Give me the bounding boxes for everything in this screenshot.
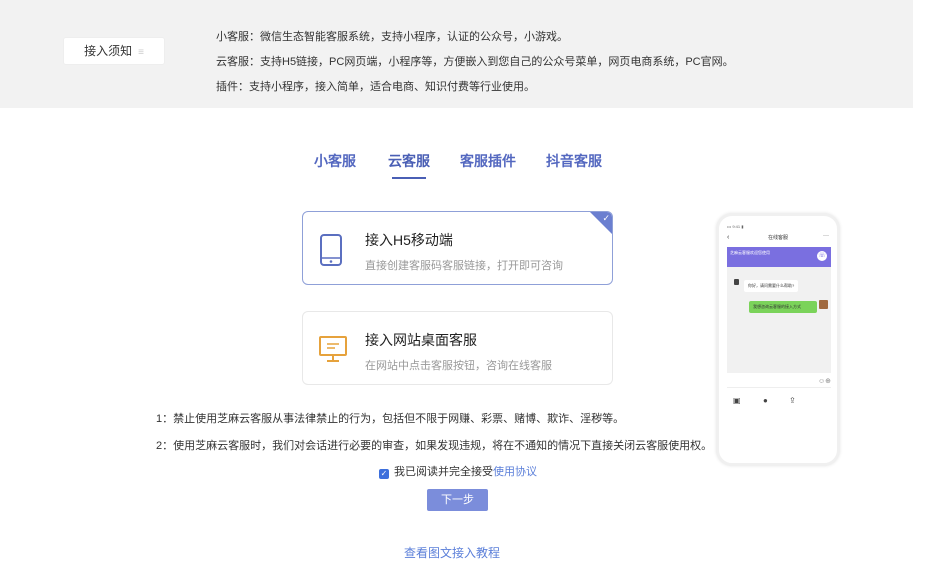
- phone-header-title: 在线客服: [767, 235, 788, 241]
- card-h5-title: 接入H5移动端: [365, 232, 453, 248]
- notice-panel: 接入须知 ≡ 小客服：微信生态智能客服系统，支持小程序，认证的公众号，小游戏。 云…: [0, 0, 913, 108]
- mobile-icon: [318, 234, 344, 271]
- tab-cloud-service[interactable]: 云客服: [388, 151, 430, 171]
- phone-input-bar: ☺⊕: [727, 375, 831, 388]
- card-h5-desc: 直接创建客服码客服链接，打开即可咨询: [365, 260, 563, 272]
- user-avatar: [819, 300, 828, 309]
- tab-douyin-service[interactable]: 抖音客服: [546, 151, 602, 171]
- notice-line-mini: 小客服：微信生态智能客服系统，支持小程序，认证的公众号，小游戏。: [216, 31, 568, 43]
- location-icon: ●: [763, 396, 768, 405]
- emoji-plus-icon: ☺⊕: [817, 378, 831, 385]
- image-icon: ▣: [733, 396, 741, 405]
- agreement-row[interactable]: ✓ 我已阅读并完全接受使用协议: [379, 463, 537, 479]
- agreement-checkbox[interactable]: ✓: [379, 469, 389, 479]
- rule-2: 2：使用芝麻云客服时，我们对会话进行必要的审查，如果发现违规，将在不通知的情况下…: [156, 440, 713, 452]
- phone-banner: 芝麻云客服欢迎您使用 ☏: [727, 247, 831, 267]
- phone-banner-text: 芝麻云客服欢迎您使用: [730, 250, 770, 255]
- card-desktop-service[interactable]: 接入网站桌面客服 在网站中点击客服按钮，咨询在线客服: [302, 311, 613, 385]
- agreement-text: 我已阅读并完全接受: [394, 466, 493, 478]
- notice-line-plugin: 插件：支持小程序，接入简单，适合电商、知识付费等行业使用。: [216, 81, 535, 93]
- notice-tag-label: 接入须知: [84, 44, 133, 58]
- phone-preview: ••• 9:41 ▮ ‹ 在线客服 ··· 芝麻云客服欢迎您使用 ☏ 你好，请问…: [716, 213, 840, 466]
- agent-avatar: [734, 279, 739, 285]
- notice-line-cloud: 云客服：支持H5链接，PC网页端，小程序等，方便嵌入到您自己的公众号菜单，网页电…: [216, 56, 734, 68]
- card-h5-mobile[interactable]: 接入H5移动端 直接创建客服码客服链接，打开即可咨询 ✓: [302, 211, 613, 285]
- tab-service-plugin[interactable]: 客服插件: [460, 151, 516, 171]
- tutorial-link[interactable]: 查看图文接入教程: [404, 544, 500, 561]
- chat-bubble-outgoing: 我想咨询云客服的接入方式: [749, 301, 817, 313]
- more-icon: ···: [823, 233, 829, 239]
- phone-call-icon: ☏: [817, 251, 827, 261]
- menu-lines-icon: ≡: [138, 47, 144, 58]
- phone-status-bar: ••• 9:41 ▮: [727, 224, 744, 229]
- next-step-button[interactable]: 下一步: [427, 489, 488, 511]
- phone-toolbar: ▣ ● ⇪: [733, 396, 817, 416]
- phone-header: ‹ 在线客服 ···: [727, 233, 829, 244]
- notice-tag: 接入须知 ≡: [64, 38, 164, 64]
- active-tab-indicator: [392, 177, 426, 179]
- usage-agreement-link[interactable]: 使用协议: [493, 466, 537, 478]
- desktop-icon: [318, 334, 348, 369]
- card-desktop-title: 接入网站桌面客服: [365, 332, 477, 348]
- service-tabs: 小客服 云客服 客服插件 抖音客服: [0, 151, 926, 191]
- card-desktop-desc: 在网站中点击客服按钮，咨询在线客服: [365, 360, 552, 372]
- check-icon: ✓: [602, 213, 610, 223]
- tab-mini-service[interactable]: 小客服: [314, 151, 356, 171]
- phone-chat-area: 你好，请问需要什么帮助? 我想咨询云客服的接入方式: [727, 267, 831, 373]
- back-arrow-icon: ‹: [727, 234, 730, 241]
- notice-lines: 小客服：微信生态智能客服系统，支持小程序，认证的公众号，小游戏。 云客服：支持H…: [216, 26, 734, 101]
- chat-bubble-incoming: 你好，请问需要什么帮助?: [744, 280, 799, 292]
- rule-1: 1：禁止使用芝麻云客服从事法律禁止的行为，包括但不限于网赚、彩票、赌博、欺诈、淫…: [156, 413, 625, 425]
- share-icon: ⇪: [789, 396, 796, 405]
